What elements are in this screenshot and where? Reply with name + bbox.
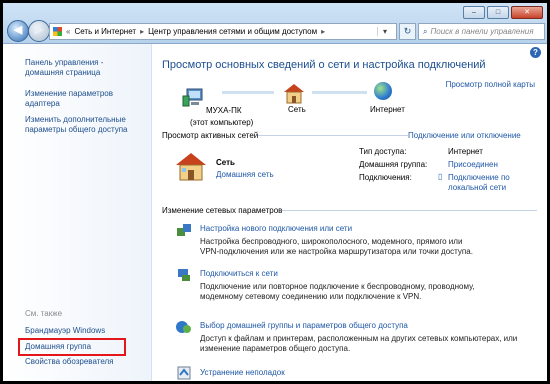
task-desc: VPN-подключения или же настройка маршрут… xyxy=(200,247,473,256)
computer-subtitle: (этот компьютер) xyxy=(190,118,254,127)
title-address-bar: – □ ✕ ◀ ▶ « Сеть и Интернет ▸ Центр упра… xyxy=(3,3,547,44)
sidebar-item-label: Изменить дополнительные xyxy=(25,115,126,124)
task-desc: Подключение или повторное подключение к … xyxy=(200,282,475,291)
new-connection-icon xyxy=(177,224,191,236)
minimize-button[interactable]: – xyxy=(463,6,485,19)
back-button[interactable]: ◀ xyxy=(7,20,29,42)
task-desc: Доступ к файлам и принтерам, расположенн… xyxy=(200,334,518,343)
network-type-link[interactable]: Домашняя сеть xyxy=(216,170,274,179)
task-desc: модемному сетевому соединению или подклю… xyxy=(200,292,422,301)
task-troubleshoot[interactable]: Устранение неполадок xyxy=(200,368,285,377)
divider xyxy=(282,210,537,211)
task-desc: изменение параметров общего доступа. xyxy=(200,344,351,353)
maximize-button[interactable]: □ xyxy=(487,6,509,19)
see-also-firewall[interactable]: Брандмауэр Windows xyxy=(25,326,105,336)
breadcrumb-network-internet[interactable]: Сеть и Интернет xyxy=(74,27,136,36)
internet-label: Интернет xyxy=(370,105,405,114)
see-also-internet-options[interactable]: Свойства обозревателя xyxy=(25,357,114,367)
access-type-value: Интернет xyxy=(448,147,483,156)
computer-name: МУХА-ПК xyxy=(206,106,242,115)
path-overflow-chevron[interactable]: « xyxy=(66,27,70,36)
map-line xyxy=(222,91,274,94)
main-content: ? Просмотр основных сведений о сети и на… xyxy=(152,44,547,381)
task-homegroup-sharing[interactable]: Выбор домашней группы и параметров общег… xyxy=(200,321,408,330)
control-panel-window: – □ ✕ ◀ ▶ « Сеть и Интернет ▸ Центр упра… xyxy=(3,3,547,381)
window-controls: – □ ✕ xyxy=(463,6,543,19)
divider xyxy=(258,135,408,136)
homegroup-joined-link[interactable]: Присоединен xyxy=(448,160,498,169)
address-bar[interactable]: « Сеть и Интернет ▸ Центр управления сет… xyxy=(49,23,397,40)
connections-label: Подключения: xyxy=(359,173,412,182)
sidebar-item-home[interactable]: Панель управления - домашняя страница xyxy=(25,58,103,78)
highlight-box xyxy=(18,338,126,356)
network-map-label: Сеть xyxy=(288,105,306,114)
access-type-label: Тип доступа: xyxy=(359,147,407,156)
breadcrumb-network-center[interactable]: Центр управления сетями и общим доступом xyxy=(148,27,317,36)
home-network-icon xyxy=(176,153,206,181)
homegroup-label: Домашняя группа: xyxy=(359,160,428,169)
house-icon[interactable] xyxy=(282,82,306,104)
help-icon[interactable]: ? xyxy=(530,47,541,58)
connect-network-icon xyxy=(178,269,190,281)
address-dropdown-icon[interactable]: ▾ xyxy=(377,27,392,36)
task-desc: Настройка беспроводного, широкополосного… xyxy=(200,237,463,246)
sidebar: Панель управления - домашняя страница Из… xyxy=(3,44,152,381)
sidebar-item-label: Изменение параметров xyxy=(25,89,113,98)
troubleshoot-icon xyxy=(177,366,191,380)
search-placeholder: Поиск в панели управления xyxy=(430,27,534,36)
lan-icon: ▯ xyxy=(438,172,443,181)
breadcrumb-separator-icon[interactable]: ▸ xyxy=(321,27,325,36)
search-input[interactable]: ⌕ Поиск в панели управления xyxy=(418,23,545,40)
connect-disconnect-link[interactable]: Подключение или отключение xyxy=(408,131,521,140)
sidebar-item-adapter-settings[interactable]: Изменение параметров адаптера xyxy=(25,89,113,109)
network-name: Сеть xyxy=(216,158,235,167)
map-line xyxy=(312,91,367,94)
sidebar-item-label: адаптера xyxy=(25,99,60,108)
computer-icon xyxy=(182,88,203,107)
change-settings-heading: Изменение сетевых параметров xyxy=(162,206,283,215)
sidebar-item-label: параметры общего доступа xyxy=(25,125,128,134)
active-networks-heading: Просмотр активных сетей xyxy=(162,131,259,140)
homegroup-sharing-icon xyxy=(176,321,191,333)
lan-connection-link-2[interactable]: локальной сети xyxy=(448,183,506,192)
task-new-connection[interactable]: Настройка нового подключения или сети xyxy=(200,224,352,233)
full-map-link[interactable]: Просмотр полной карты xyxy=(446,80,535,89)
lan-connection-link[interactable]: Подключение по xyxy=(448,173,510,182)
close-button[interactable]: ✕ xyxy=(511,6,543,19)
refresh-icon[interactable]: ↻ xyxy=(399,23,416,40)
sidebar-item-label: Панель управления - xyxy=(25,58,104,67)
see-also-heading: См. также xyxy=(25,309,63,318)
page-title: Просмотр основных сведений о сети и наст… xyxy=(162,59,486,71)
task-connect-network[interactable]: Подключиться к сети xyxy=(200,269,278,278)
forward-button[interactable]: ▶ xyxy=(28,20,50,42)
globe-icon[interactable] xyxy=(374,82,392,100)
sidebar-item-sharing-settings[interactable]: Изменить дополнительные параметры общего… xyxy=(25,115,128,135)
sidebar-item-label: домашняя страница xyxy=(25,68,101,77)
control-panel-icon xyxy=(53,27,62,36)
breadcrumb-separator-icon[interactable]: ▸ xyxy=(140,27,144,36)
search-icon: ⌕ xyxy=(423,27,428,36)
